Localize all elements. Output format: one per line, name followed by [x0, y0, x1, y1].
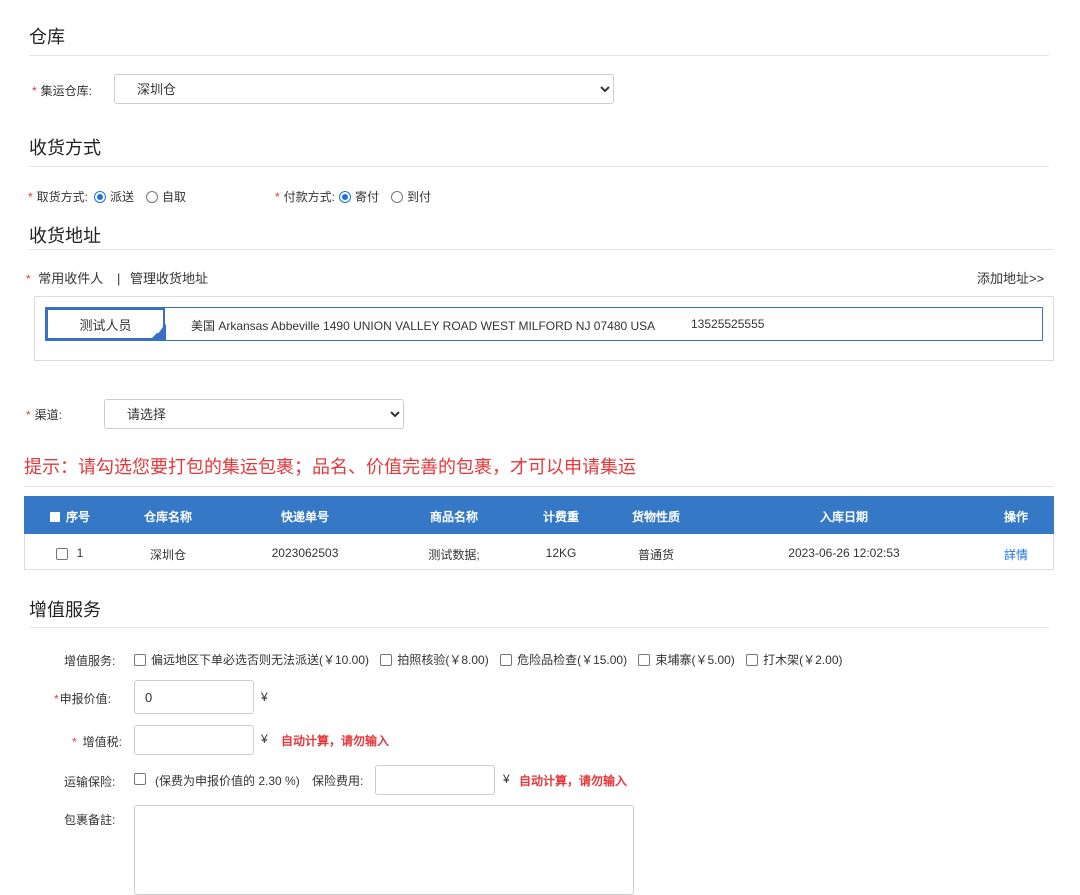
pickup-option-delivery[interactable] [94, 190, 107, 203]
insurance-checkbox[interactable] [134, 773, 146, 785]
common-recipients-link[interactable]: 常用收件人 [38, 271, 103, 286]
checkbox[interactable] [638, 653, 651, 666]
address-detail: 美国 Arkansas Abbeville 1490 UNION VALLEY … [191, 319, 656, 333]
channel-select[interactable]: 请选择 [104, 399, 404, 429]
checkbox[interactable] [380, 653, 393, 666]
vat-input[interactable] [134, 725, 254, 755]
col-tracking: 快递单号 [280, 510, 330, 524]
col-weight: 计费重 [542, 510, 580, 524]
select-all-checkbox[interactable] [50, 511, 60, 525]
currency-symbol: ¥ [261, 690, 268, 704]
currency-symbol: ¥ [503, 772, 510, 786]
row-checkbox[interactable] [56, 546, 68, 560]
currency-symbol: ¥ [261, 732, 268, 746]
table-row: 1 深圳仓 2023062503 测试数据; 12KG 普通货 2023-06-… [24, 534, 1054, 570]
col-date: 入库日期 [819, 510, 869, 524]
warehouse-label: * 集运仓库: [32, 84, 93, 98]
remark-label: 包裹备註: [64, 813, 116, 827]
col-action: 操作 [1003, 510, 1029, 524]
payment-option-prepaid[interactable] [339, 190, 352, 203]
detail-link[interactable]: 詳情 [1004, 546, 1028, 563]
col-product: 商品名称 [429, 510, 479, 524]
payment-option-collect[interactable] [391, 190, 404, 203]
add-address-link[interactable]: 添加地址>> [977, 268, 1044, 287]
services-list: 偏远地区下单必选否则无法派送(￥10.00) 拍照核验(￥8.00) 危险品检查… [134, 651, 851, 669]
address-links: * 常用收件人 | 管理收货地址 [26, 271, 208, 286]
remark-textarea[interactable] [134, 805, 634, 895]
pickup-method-group: * 取货方式: 派送 自取 [28, 189, 187, 205]
receive-method-section-title: 收货方式 [29, 138, 101, 158]
insurance-label: 运输保险: [64, 775, 116, 789]
manage-address-link[interactable]: 管理收货地址 [130, 271, 208, 286]
vat-label: * 增值税: [72, 735, 123, 749]
insurance-fee-label: 保险费用: [312, 774, 364, 788]
declared-value-input[interactable] [134, 680, 254, 714]
warehouse-select[interactable]: 深圳仓 [114, 74, 614, 104]
insurance-auto-calc-note: 自动计算，请勿输入 [519, 774, 628, 788]
warehouse-section-title: 仓库 [29, 27, 65, 47]
checkbox[interactable] [134, 653, 146, 666]
service-wood-frame[interactable]: 打木架(￥2.00) [746, 651, 843, 668]
insurance-fee-input[interactable] [375, 765, 495, 795]
tip-text: 提示：请勾选您要打包的集运包裹；品名、价值完善的包裹，才可以申请集运 [24, 457, 636, 477]
services-label: 增值服务: [64, 654, 116, 668]
service-remote-area[interactable]: 偏远地区下单必选否则无法派送(￥10.00) [134, 651, 369, 668]
service-cambodia[interactable]: 束埔寨(￥5.00) [638, 651, 735, 668]
col-index: 序号 [65, 510, 91, 524]
service-photo-check[interactable]: 拍照核验(￥8.00) [380, 651, 489, 668]
col-nature: 货物性质 [631, 510, 681, 524]
vat-auto-calc-note: 自动计算，请勿输入 [281, 734, 390, 748]
checkbox[interactable] [746, 653, 759, 666]
divider [29, 55, 1049, 56]
service-dangerous-check[interactable]: 危险品检查(￥15.00) [500, 651, 627, 668]
divider [29, 249, 1054, 250]
checkbox[interactable] [500, 653, 513, 666]
check-icon: ✓ [156, 326, 164, 336]
payment-method-group: * 付款方式: 寄付 到付 [275, 189, 432, 205]
insurance-desc: (保费为申报价值的 2.30 %) [155, 774, 300, 788]
declared-value-label: *申报价值: [54, 692, 112, 706]
channel-label: * 渠道: [26, 408, 63, 422]
pickup-option-self[interactable] [146, 190, 159, 203]
value-added-section-title: 增值服务 [29, 600, 101, 620]
address-section-title: 收货地址 [29, 226, 101, 246]
table-header: 序号 仓库名称 快递单号 商品名称 计费重 货物性质 入库日期 操作 [24, 496, 1054, 534]
address-name[interactable]: 测试人员 [46, 308, 165, 340]
col-warehouse: 仓库名称 [143, 510, 193, 524]
address-phone: 13525525555 [691, 317, 765, 331]
divider [29, 627, 1049, 628]
divider [29, 166, 1049, 167]
divider [24, 486, 1054, 487]
